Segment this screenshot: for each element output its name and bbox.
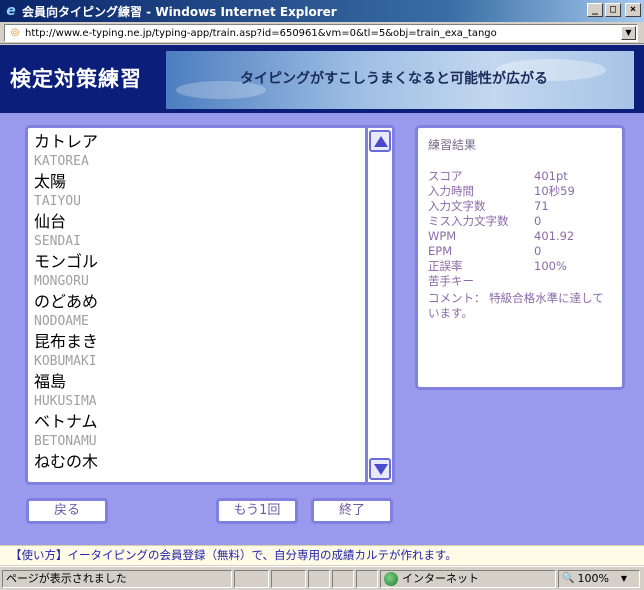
result-value: 401pt (534, 169, 568, 183)
zoom-icon: 🔍 (562, 573, 575, 584)
result-value: 0 (534, 214, 542, 228)
globe-icon (384, 572, 398, 586)
arrow-up-icon (374, 136, 388, 147)
status-cell (234, 570, 269, 588)
word-romaji: SENDAI (34, 234, 81, 249)
result-comment: コメント： 特級合格水準に達しています。 (428, 291, 604, 320)
status-bar: ページが表示されました インターネット 🔍 100% ▼ (0, 566, 644, 590)
zoom-label: 100% (577, 572, 609, 585)
ie-icon: e (6, 3, 16, 19)
page-title: 検定対策練習 (10, 67, 142, 91)
word-item: 昆布まき (34, 332, 99, 351)
finish-button[interactable]: 終了 (311, 498, 393, 524)
result-row: 正誤率 100% (428, 259, 612, 274)
main-area: カトレア KATOREA 太陽 TAIYOU 仙台 SENDAI モンゴル MONGORU のど… (0, 113, 644, 545)
result-row: スコア 401pt (428, 169, 612, 184)
security-zone[interactable]: インターネット (380, 570, 556, 588)
word-list: カトレア KATOREA 太陽 TAIYOU 仙台 SENDAI モンゴル MONGORU のど… (34, 132, 364, 472)
address-dropdown-button[interactable]: ▼ (621, 26, 636, 40)
minimize-button[interactable]: _ (587, 3, 603, 17)
page-header: 検定対策練習 タイピングがすこしうまくなると可能性が広がる (0, 45, 644, 113)
result-value: 401.92 (534, 229, 575, 243)
result-rows: スコア 401pt 入力時間 10秒59 入力文字数 71 ミス入力文字数 0 WPM 401.9… (428, 169, 612, 289)
address-field[interactable]: ◎ http://www.e-typing.ne.jp/typing-app/t… (4, 24, 638, 42)
arrow-down-icon (374, 464, 388, 475)
result-label: 正誤率 (428, 259, 463, 273)
result-row: EPM 0 (428, 244, 612, 259)
page-icon: ◎ (10, 27, 20, 38)
result-value: 10秒59 (534, 184, 575, 198)
word-item: 福島 (34, 372, 67, 391)
status-cell (332, 570, 354, 588)
word-item: カトレア (34, 132, 99, 151)
status-cell (308, 570, 330, 588)
word-item: のどあめ (34, 292, 99, 311)
header-banner: タイピングがすこしうまくなると可能性が広がる (166, 51, 634, 109)
word-item: ねむの木 (34, 452, 99, 471)
title-bar: e 会員向タイピング練習 - Windows Internet Explorer… (0, 0, 644, 22)
word-romaji: TAIYOU (34, 194, 81, 209)
result-label: スコア (428, 169, 463, 183)
result-row: ミス入力文字数 0 (428, 214, 612, 229)
info-bar: 【使い方】イータイピングの会員登録（無料）で、自分専用の成績カルテが作れます。 (0, 545, 644, 565)
retry-button[interactable]: もう1回 (216, 498, 298, 524)
banner-tagline: タイピングがすこしうまくなると可能性が広がる (240, 71, 548, 87)
word-romaji: HUKUSIMA (34, 394, 97, 409)
close-button[interactable]: × (625, 3, 641, 17)
back-button[interactable]: 戻る (26, 498, 108, 524)
window-title: 会員向タイピング練習 - Windows Internet Explorer (22, 4, 337, 19)
result-label: 苦手キー (428, 274, 474, 288)
zone-label: インターネット (402, 572, 479, 585)
result-value: 100% (534, 259, 567, 273)
page-content: 検定対策練習 タイピングがすこしうまくなると可能性が広がる カトレア KATORE… (0, 45, 644, 545)
result-title: 練習結果 (428, 138, 477, 152)
word-romaji: BETONAMU (34, 434, 97, 449)
word-item: モンゴル (34, 252, 99, 271)
result-label: 入力時間 (428, 184, 474, 198)
word-item: 仙台 (34, 212, 67, 231)
result-label: WPM (428, 229, 457, 243)
browser-window: e 会員向タイピング練習 - Windows Internet Explorer… (0, 0, 644, 590)
word-romaji: MONGORU (34, 274, 89, 289)
scroll-down-button[interactable] (369, 458, 391, 480)
result-row: 苦手キー (428, 274, 612, 289)
status-text: ページが表示されました (2, 570, 232, 588)
status-cell (271, 570, 306, 588)
address-bar: ◎ http://www.e-typing.ne.jp/typing-app/t… (0, 22, 644, 44)
chevron-down-icon: ▼ (620, 574, 628, 583)
zoom-control[interactable]: 🔍 100% ▼ (558, 570, 640, 588)
word-item: 太陽 (34, 172, 67, 191)
word-romaji: NODOAME (34, 314, 89, 329)
word-list-scrollbar[interactable] (365, 128, 392, 482)
result-label: ミス入力文字数 (428, 214, 509, 228)
result-row: WPM 401.92 (428, 229, 612, 244)
address-url[interactable]: http://www.e-typing.ne.jp/typing-app/tra… (25, 28, 621, 39)
result-value: 0 (534, 244, 542, 258)
maximize-button[interactable]: □ (605, 3, 621, 17)
scroll-up-button[interactable] (369, 130, 391, 152)
window-controls: _ □ × (585, 3, 641, 17)
status-cell (356, 570, 378, 588)
result-label: 入力文字数 (428, 199, 486, 213)
word-romaji: KOBUMAKI (34, 354, 97, 369)
word-romaji: KATOREA (34, 154, 89, 169)
result-row: 入力時間 10秒59 (428, 184, 612, 199)
word-list-panel: カトレア KATOREA 太陽 TAIYOU 仙台 SENDAI モンゴル MONGORU のど… (25, 125, 395, 485)
word-item: ベトナム (34, 412, 98, 431)
result-value: 71 (534, 199, 549, 213)
usage-link[interactable]: 【使い方】イータイピングの会員登録（無料）で、自分専用の成績カルテが作れます。 (10, 548, 457, 562)
result-row: 入力文字数 71 (428, 199, 612, 214)
result-label: EPM (428, 244, 453, 258)
result-panel: 練習結果 スコア 401pt 入力時間 10秒59 入力文字数 71 ミス入力文字数 0 WPM… (415, 125, 625, 390)
